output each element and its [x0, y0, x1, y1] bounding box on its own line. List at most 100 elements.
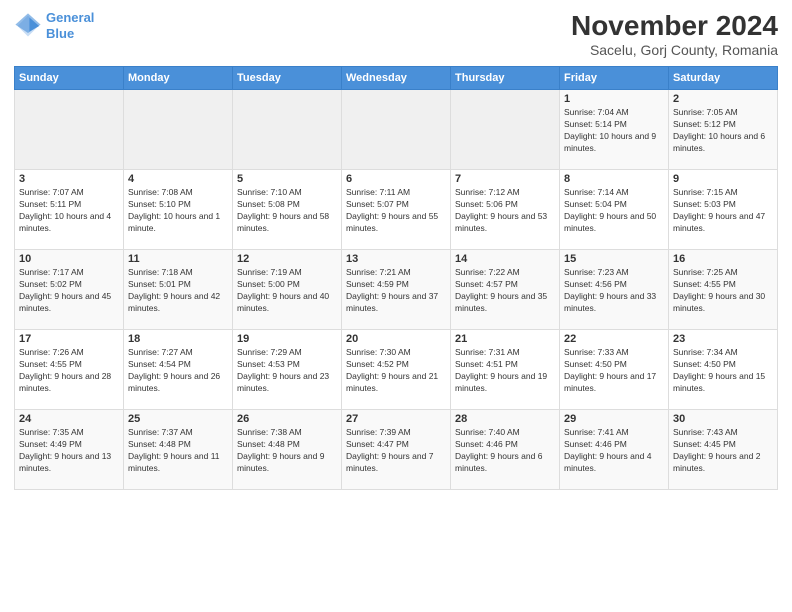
- day-info: Sunrise: 7:21 AM Sunset: 4:59 PM Dayligh…: [346, 267, 446, 315]
- day-info: Sunrise: 7:41 AM Sunset: 4:46 PM Dayligh…: [564, 427, 664, 475]
- day-info: Sunrise: 7:40 AM Sunset: 4:46 PM Dayligh…: [455, 427, 555, 475]
- day-cell: 20 Sunrise: 7:30 AM Sunset: 4:52 PM Dayli…: [342, 330, 451, 410]
- day-info: Sunrise: 7:19 AM Sunset: 5:00 PM Dayligh…: [237, 267, 337, 315]
- header-cell-thursday: Thursday: [451, 67, 560, 90]
- day-info: Sunrise: 7:04 AM Sunset: 5:14 PM Dayligh…: [564, 107, 664, 155]
- day-info: Sunrise: 7:30 AM Sunset: 4:52 PM Dayligh…: [346, 347, 446, 395]
- day-cell: 16 Sunrise: 7:25 AM Sunset: 4:55 PM Dayli…: [669, 250, 778, 330]
- day-cell: 11 Sunrise: 7:18 AM Sunset: 5:01 PM Dayli…: [124, 250, 233, 330]
- day-number: 29: [564, 413, 664, 425]
- day-cell: 12 Sunrise: 7:19 AM Sunset: 5:00 PM Dayli…: [233, 250, 342, 330]
- day-info: Sunrise: 7:35 AM Sunset: 4:49 PM Dayligh…: [19, 427, 119, 475]
- day-info: Sunrise: 7:33 AM Sunset: 4:50 PM Dayligh…: [564, 347, 664, 395]
- day-number: 20: [346, 333, 446, 345]
- day-number: 26: [237, 413, 337, 425]
- day-number: 3: [19, 173, 119, 185]
- day-info: Sunrise: 7:22 AM Sunset: 4:57 PM Dayligh…: [455, 267, 555, 315]
- day-info: Sunrise: 7:23 AM Sunset: 4:56 PM Dayligh…: [564, 267, 664, 315]
- day-cell: 30 Sunrise: 7:43 AM Sunset: 4:45 PM Dayli…: [669, 410, 778, 490]
- header-cell-saturday: Saturday: [669, 67, 778, 90]
- day-info: Sunrise: 7:43 AM Sunset: 4:45 PM Dayligh…: [673, 427, 773, 475]
- day-number: 5: [237, 173, 337, 185]
- logo-icon: [14, 12, 42, 40]
- day-cell: 26 Sunrise: 7:38 AM Sunset: 4:48 PM Dayli…: [233, 410, 342, 490]
- day-info: Sunrise: 7:07 AM Sunset: 5:11 PM Dayligh…: [19, 187, 119, 235]
- day-cell: 17Sunrise: 7:26 AM Sunset: 4:55 PM Dayli…: [15, 330, 124, 410]
- day-info: Sunrise: 7:25 AM Sunset: 4:55 PM Dayligh…: [673, 267, 773, 315]
- day-cell: 27Sunrise: 7:39 AM Sunset: 4:47 PM Dayli…: [342, 410, 451, 490]
- day-number: 25: [128, 413, 228, 425]
- day-cell: 8 Sunrise: 7:14 AM Sunset: 5:04 PM Daylig…: [560, 170, 669, 250]
- day-number: 9: [673, 173, 773, 185]
- day-number: 15: [564, 253, 664, 265]
- day-cell: 6 Sunrise: 7:11 AM Sunset: 5:07 PM Daylig…: [342, 170, 451, 250]
- title-area: November 2024 Sacelu, Gorj County, Roman…: [571, 10, 778, 58]
- day-info: Sunrise: 7:14 AM Sunset: 5:04 PM Dayligh…: [564, 187, 664, 235]
- day-cell: 7 Sunrise: 7:12 AM Sunset: 5:06 PM Daylig…: [451, 170, 560, 250]
- day-info: Sunrise: 7:31 AM Sunset: 4:51 PM Dayligh…: [455, 347, 555, 395]
- header-cell-tuesday: Tuesday: [233, 67, 342, 90]
- day-cell: 1 Sunrise: 7:04 AM Sunset: 5:14 PM Daylig…: [560, 90, 669, 170]
- day-number: 1: [564, 93, 664, 105]
- day-number: 21: [455, 333, 555, 345]
- day-info: Sunrise: 7:37 AM Sunset: 4:48 PM Dayligh…: [128, 427, 228, 475]
- header-cell-friday: Friday: [560, 67, 669, 90]
- day-number: 10: [19, 253, 119, 265]
- day-cell: 18Sunrise: 7:27 AM Sunset: 4:54 PM Dayli…: [124, 330, 233, 410]
- day-cell: 28 Sunrise: 7:40 AM Sunset: 4:46 PM Dayli…: [451, 410, 560, 490]
- week-row-0: 1 Sunrise: 7:04 AM Sunset: 5:14 PM Daylig…: [15, 90, 778, 170]
- day-cell: 3 Sunrise: 7:07 AM Sunset: 5:11 PM Daylig…: [15, 170, 124, 250]
- day-cell: 15 Sunrise: 7:23 AM Sunset: 4:56 PM Dayli…: [560, 250, 669, 330]
- day-cell: 25 Sunrise: 7:37 AM Sunset: 4:48 PM Dayli…: [124, 410, 233, 490]
- calendar-header: SundayMondayTuesdayWednesdayThursdayFrid…: [15, 67, 778, 90]
- day-cell: 29 Sunrise: 7:41 AM Sunset: 4:46 PM Dayli…: [560, 410, 669, 490]
- day-number: 14: [455, 253, 555, 265]
- page: General Blue November 2024 Sacelu, Gorj …: [0, 0, 792, 612]
- page-title: November 2024: [571, 10, 778, 42]
- day-number: 11: [128, 253, 228, 265]
- page-subtitle: Sacelu, Gorj County, Romania: [571, 42, 778, 58]
- day-cell: 22 Sunrise: 7:33 AM Sunset: 4:50 PM Dayli…: [560, 330, 669, 410]
- day-number: 27: [346, 413, 446, 425]
- day-number: 4: [128, 173, 228, 185]
- header-row: SundayMondayTuesdayWednesdayThursdayFrid…: [15, 67, 778, 90]
- day-cell: [342, 90, 451, 170]
- day-info: Sunrise: 7:17 AM Sunset: 5:02 PM Dayligh…: [19, 267, 119, 315]
- day-info: Sunrise: 7:11 AM Sunset: 5:07 PM Dayligh…: [346, 187, 446, 235]
- day-cell: [15, 90, 124, 170]
- day-cell: [124, 90, 233, 170]
- week-row-4: 24 Sunrise: 7:35 AM Sunset: 4:49 PM Dayli…: [15, 410, 778, 490]
- day-info: Sunrise: 7:38 AM Sunset: 4:48 PM Dayligh…: [237, 427, 337, 475]
- day-cell: 23 Sunrise: 7:34 AM Sunset: 4:50 PM Dayli…: [669, 330, 778, 410]
- day-info: Sunrise: 7:12 AM Sunset: 5:06 PM Dayligh…: [455, 187, 555, 235]
- day-number: 2: [673, 93, 773, 105]
- day-number: 6: [346, 173, 446, 185]
- day-info: Sunrise: 7:18 AM Sunset: 5:01 PM Dayligh…: [128, 267, 228, 315]
- day-cell: [233, 90, 342, 170]
- day-number: 7: [455, 173, 555, 185]
- day-number: 16: [673, 253, 773, 265]
- day-cell: 24 Sunrise: 7:35 AM Sunset: 4:49 PM Dayli…: [15, 410, 124, 490]
- day-cell: 2Sunrise: 7:05 AM Sunset: 5:12 PM Daylig…: [669, 90, 778, 170]
- day-number: 17: [19, 333, 119, 345]
- header-cell-monday: Monday: [124, 67, 233, 90]
- day-cell: 14 Sunrise: 7:22 AM Sunset: 4:57 PM Dayli…: [451, 250, 560, 330]
- week-row-1: 3 Sunrise: 7:07 AM Sunset: 5:11 PM Daylig…: [15, 170, 778, 250]
- calendar-table: SundayMondayTuesdayWednesdayThursdayFrid…: [14, 66, 778, 490]
- day-cell: 21 Sunrise: 7:31 AM Sunset: 4:51 PM Dayli…: [451, 330, 560, 410]
- day-number: 13: [346, 253, 446, 265]
- day-cell: 13 Sunrise: 7:21 AM Sunset: 4:59 PM Dayli…: [342, 250, 451, 330]
- day-info: Sunrise: 7:34 AM Sunset: 4:50 PM Dayligh…: [673, 347, 773, 395]
- day-number: 8: [564, 173, 664, 185]
- day-cell: 4Sunrise: 7:08 AM Sunset: 5:10 PM Daylig…: [124, 170, 233, 250]
- day-number: 23: [673, 333, 773, 345]
- day-number: 22: [564, 333, 664, 345]
- logo: General Blue: [14, 10, 94, 41]
- day-number: 30: [673, 413, 773, 425]
- day-number: 24: [19, 413, 119, 425]
- day-info: Sunrise: 7:27 AM Sunset: 4:54 PM Dayligh…: [128, 347, 228, 395]
- day-cell: 19Sunrise: 7:29 AM Sunset: 4:53 PM Dayli…: [233, 330, 342, 410]
- day-number: 12: [237, 253, 337, 265]
- day-number: 28: [455, 413, 555, 425]
- day-cell: 9Sunrise: 7:15 AM Sunset: 5:03 PM Daylig…: [669, 170, 778, 250]
